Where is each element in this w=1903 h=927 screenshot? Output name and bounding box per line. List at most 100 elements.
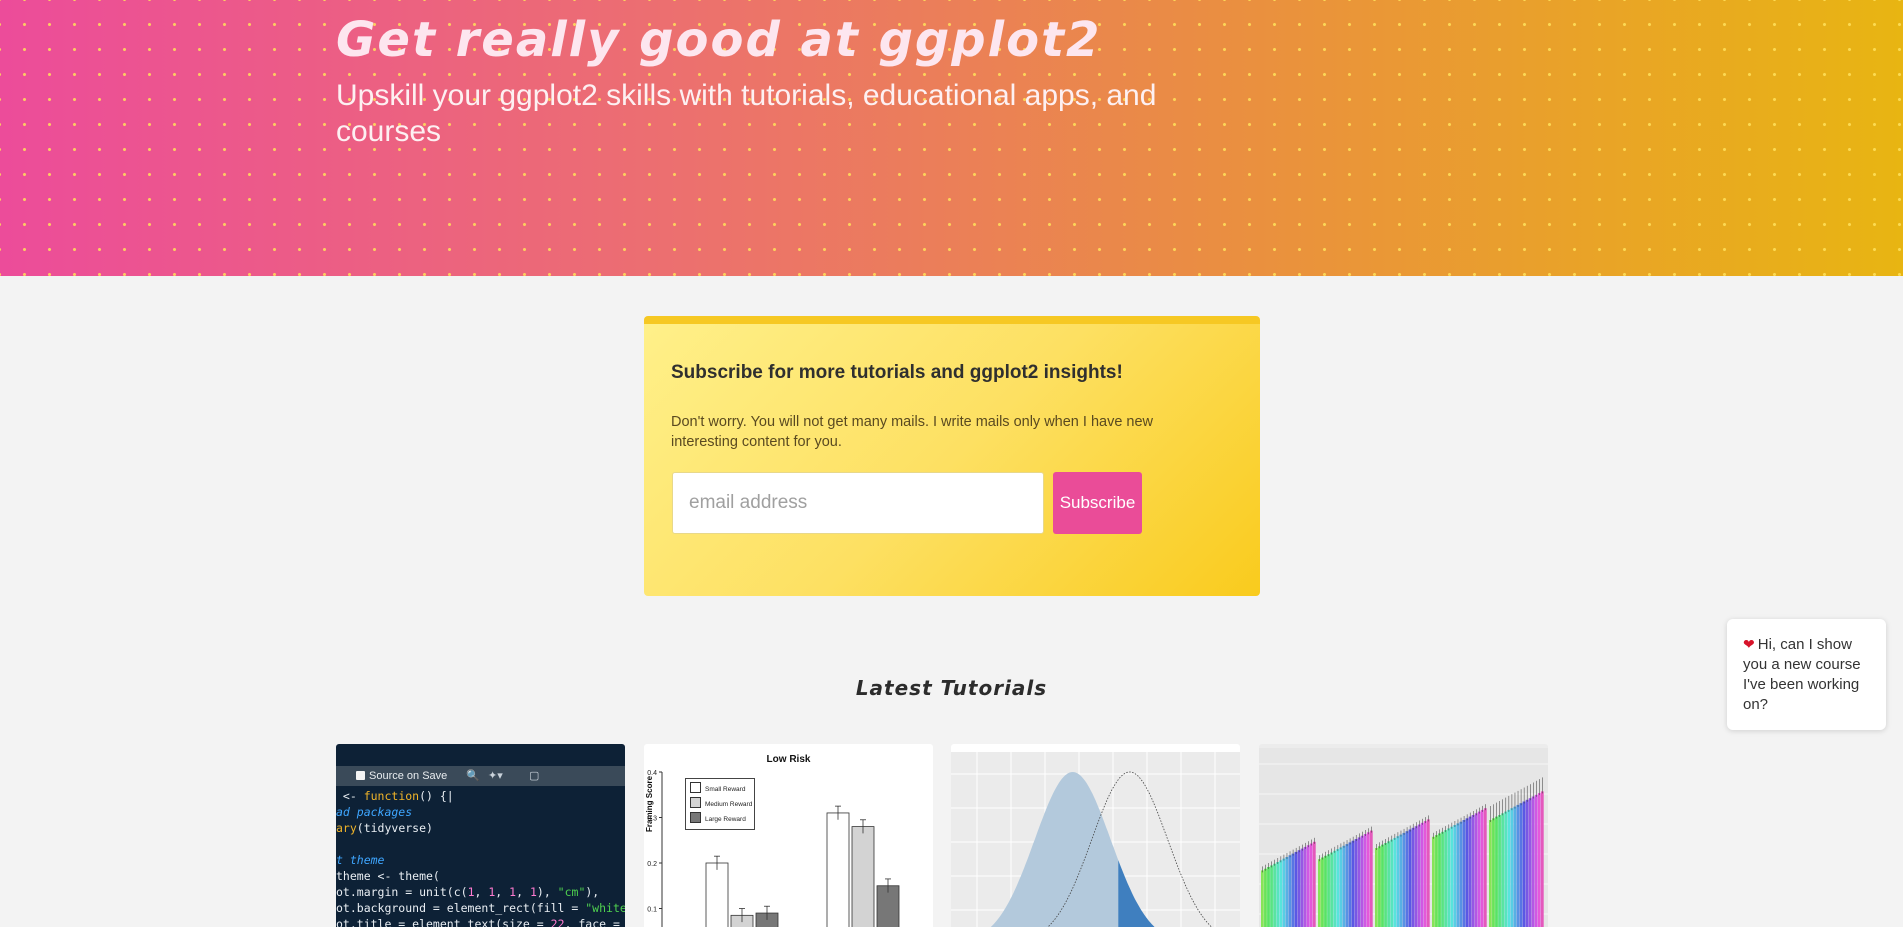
- bar: [1288, 855, 1292, 927]
- code-line: ot.title = element_text(size = 22, face …: [336, 916, 625, 927]
- bar: [1534, 794, 1538, 927]
- bar: [1489, 820, 1492, 927]
- text-cursor: |: [446, 789, 454, 803]
- tutorial-card-bar-chart[interactable]: Low Risk Framing Score 0.4 0.3 0.2 0.1 Smal…: [644, 744, 933, 927]
- bar: [1528, 798, 1532, 927]
- tutorial-card-grouped-bars[interactable]: [1259, 744, 1548, 927]
- code-line: ary(tidyverse): [336, 820, 625, 836]
- bar: [1312, 841, 1316, 927]
- legend-label: Medium Reward: [705, 801, 753, 808]
- bar: [1414, 826, 1418, 927]
- code-token: ot.background = element_rect(fill =: [336, 901, 586, 915]
- chart-legend: Small Reward Medium Reward Large Reward: [685, 778, 755, 830]
- code-token: function: [363, 789, 420, 803]
- code-token: 1: [467, 885, 475, 899]
- bar: [1537, 793, 1541, 927]
- bar: [1513, 806, 1517, 927]
- code-token: (tidyverse): [356, 821, 433, 835]
- hero-title: Get really good at ggplot2: [336, 12, 1102, 68]
- tutorial-card-code[interactable]: Source on Save 🔍 ✦▾ ▢ <- function() {| ad…: [336, 744, 625, 927]
- bar: [1498, 815, 1501, 927]
- code-lines: <- function() {| ad packages ary(tidyverse…: [336, 788, 625, 927]
- bar: [1417, 824, 1421, 927]
- bar: [1522, 801, 1526, 927]
- bar: [1261, 870, 1264, 927]
- bar: [1282, 858, 1286, 927]
- bar: [1276, 862, 1280, 927]
- code-line: ot.background = element_rect(fill = "whi…: [336, 900, 625, 916]
- bar: [1327, 854, 1330, 927]
- bar: [1492, 818, 1495, 927]
- bar: [1375, 848, 1378, 927]
- latest-tutorials-heading: Latest Tutorials: [855, 676, 1048, 700]
- bar: [1381, 844, 1384, 927]
- bar: [1378, 846, 1381, 927]
- tutorial-card-density[interactable]: [951, 744, 1240, 927]
- bar: [1501, 813, 1504, 927]
- bar: [1363, 834, 1367, 927]
- code-token: "white: [585, 901, 625, 915]
- code-token: () {: [419, 789, 447, 803]
- bar: [1333, 850, 1337, 927]
- subscribe-title: Subscribe for more tutorials and ggplot2…: [671, 362, 1123, 383]
- density-plot: [951, 752, 1240, 927]
- bar: [1474, 813, 1478, 927]
- subscribe-button[interactable]: Subscribe: [1053, 472, 1142, 534]
- heart-icon: ❤: [1743, 636, 1755, 652]
- bar: [1441, 831, 1444, 927]
- code-token: ot.margin = unit(c(: [336, 885, 468, 899]
- bar: [1336, 849, 1340, 927]
- bar: [1291, 853, 1295, 927]
- bar: [851, 826, 875, 927]
- bar: [1339, 847, 1343, 927]
- legend-swatch: [690, 782, 701, 793]
- bar: [1426, 819, 1430, 927]
- code-token: <-: [336, 789, 364, 803]
- bar: [1477, 811, 1481, 927]
- bar: [1411, 827, 1415, 927]
- bar: [1300, 848, 1304, 927]
- bar: [1351, 840, 1355, 927]
- code-token: t theme: [336, 853, 385, 867]
- bar: [1423, 821, 1427, 927]
- legend-swatch: [690, 797, 701, 808]
- bar: [1453, 825, 1457, 927]
- bar: [1369, 830, 1373, 927]
- chat-popup[interactable]: ❤ Hi, can I show you a new course I've be…: [1727, 619, 1886, 730]
- bar: [1402, 832, 1406, 927]
- bar-chart: 0.4 0.3 0.2 0.1: [647, 770, 900, 927]
- bar: [1465, 818, 1469, 927]
- bar: [1267, 867, 1270, 927]
- bar: [1294, 851, 1298, 927]
- checkbox-icon: [356, 771, 365, 780]
- legend-item: Large Reward: [690, 812, 750, 827]
- toolbar-label: Source on Save: [369, 770, 448, 782]
- code-line: theme <- theme(: [336, 868, 625, 884]
- bar: [1345, 844, 1349, 927]
- bar: [1516, 804, 1520, 927]
- bar: [1354, 839, 1358, 927]
- y-tick-label: 0.1: [647, 907, 657, 914]
- code-token: ,: [495, 885, 510, 899]
- bar: [826, 812, 850, 927]
- bar: [1366, 832, 1370, 927]
- bar: [1450, 826, 1454, 927]
- code-token: ary: [336, 821, 357, 835]
- legend-item: Medium Reward: [690, 797, 753, 812]
- email-input[interactable]: [672, 472, 1044, 534]
- bar: [1510, 808, 1514, 927]
- legend-label: Large Reward: [705, 816, 746, 823]
- bar: [1303, 846, 1307, 927]
- bar: [1468, 816, 1472, 927]
- bar: [1435, 835, 1438, 927]
- bar: [1285, 857, 1289, 927]
- bar: [1393, 837, 1397, 927]
- bar: [1504, 811, 1508, 927]
- y-tick-label: 0.3: [647, 816, 657, 823]
- bar: [1387, 841, 1390, 927]
- bar: [1279, 860, 1283, 927]
- bar: [1309, 843, 1313, 927]
- legend-label: Small Reward: [705, 786, 746, 793]
- legend-item: Small Reward: [690, 782, 750, 797]
- bar: [1264, 868, 1267, 927]
